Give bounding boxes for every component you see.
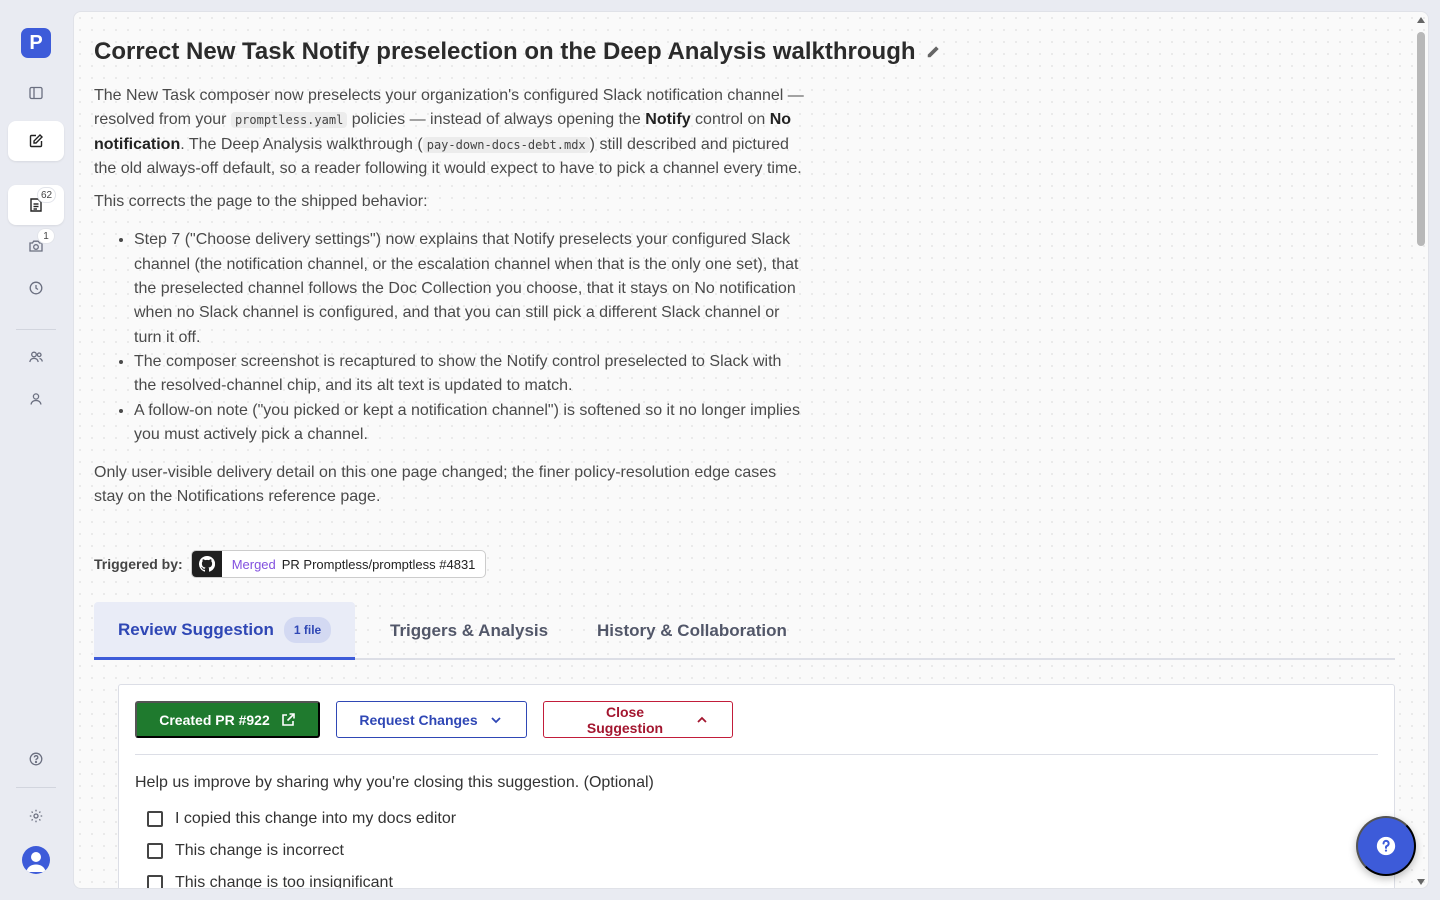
list-item: The composer screenshot is recaptured to… bbox=[134, 350, 804, 399]
sidebar-item-profile[interactable] bbox=[8, 379, 64, 419]
close-reason-option[interactable]: This change is incorrect bbox=[147, 842, 344, 860]
help-icon bbox=[1376, 836, 1396, 856]
sidebar-item-team[interactable] bbox=[8, 337, 64, 377]
review-actions: Created PR #922 Request Changes Close Su… bbox=[135, 701, 733, 738]
app-logo[interactable]: P bbox=[21, 28, 51, 58]
page-title: Correct New Task Notify preselection on … bbox=[94, 38, 916, 65]
pr-reference: PR Promptless/promptless #4831 bbox=[281, 556, 476, 572]
screenshots-count-badge: 1 bbox=[38, 229, 54, 243]
sidebar-divider bbox=[16, 329, 56, 330]
tab-label: Review Suggestion bbox=[118, 619, 274, 639]
checkbox-label: This change is too insignificant bbox=[175, 874, 393, 889]
description-paragraph: This corrects the page to the shipped be… bbox=[94, 193, 428, 211]
scroll-thumb[interactable] bbox=[1417, 32, 1425, 246]
user-icon bbox=[30, 393, 42, 405]
desc-text: policies — instead of always opening the bbox=[347, 111, 646, 129]
created-pr-button[interactable]: Created PR #922 bbox=[135, 701, 320, 738]
suggestions-count-badge: 62 bbox=[38, 188, 56, 202]
chevron-down-icon bbox=[490, 716, 501, 723]
description-paragraph: Only user-visible delivery detail on thi… bbox=[94, 464, 777, 506]
button-label: Close Suggestion bbox=[586, 703, 664, 736]
sidebar: P 62 1 bbox=[0, 0, 72, 900]
merged-status: Merged bbox=[231, 556, 276, 572]
clock-icon bbox=[29, 281, 43, 295]
trigger-pr-link[interactable]: Merged PR Promptless/promptless #4831 bbox=[190, 550, 487, 578]
help-circle-icon bbox=[29, 752, 43, 766]
scroll-down-arrow[interactable] bbox=[1417, 879, 1425, 885]
file-count-badge: 1 file bbox=[283, 616, 332, 643]
description-paragraph: The New Task composer now preselects you… bbox=[94, 84, 804, 181]
sidebar-panel-icon bbox=[29, 86, 43, 100]
tab-history-collaboration[interactable]: History & Collaboration bbox=[597, 602, 787, 660]
sidebar-item-settings[interactable] bbox=[8, 796, 64, 836]
scroll-up-arrow[interactable] bbox=[1417, 17, 1425, 23]
pencil-icon[interactable] bbox=[926, 45, 940, 59]
tab-review-suggestion[interactable]: Review Suggestion 1 file bbox=[94, 602, 356, 660]
user-avatar[interactable] bbox=[22, 846, 50, 874]
help-chat-button[interactable] bbox=[1356, 816, 1416, 876]
checkbox-label: This change is incorrect bbox=[175, 842, 344, 859]
users-icon bbox=[29, 351, 43, 363]
inline-code: pay-down-docs-debt.mdx bbox=[422, 136, 590, 153]
list-item: A follow-on note ("you picked or kept a … bbox=[134, 399, 804, 448]
review-card: Created PR #922 Request Changes Close Su… bbox=[118, 684, 1395, 889]
close-reason-prompt: Help us improve by sharing why you're cl… bbox=[135, 774, 654, 791]
checkbox[interactable] bbox=[147, 875, 163, 888]
gear-icon bbox=[29, 809, 43, 823]
vertical-scrollbar[interactable] bbox=[1414, 12, 1428, 888]
tab-label: History & Collaboration bbox=[597, 621, 787, 640]
user-avatar-icon bbox=[26, 852, 46, 872]
chevron-up-icon bbox=[697, 716, 707, 723]
close-suggestion-button[interactable]: Close Suggestion bbox=[543, 701, 733, 738]
main-panel: Correct New Task Notify preselection on … bbox=[73, 11, 1429, 889]
close-reason-option[interactable]: This change is too insignificant bbox=[147, 874, 393, 889]
sidebar-item-history[interactable] bbox=[8, 268, 64, 308]
external-link-icon bbox=[281, 712, 295, 726]
bold-text: Notify bbox=[645, 111, 691, 129]
tab-triggers-analysis[interactable]: Triggers & Analysis bbox=[390, 602, 548, 660]
checkbox[interactable] bbox=[147, 811, 163, 827]
title-row: Correct New Task Notify preselection on … bbox=[94, 38, 940, 66]
sidebar-item-screenshots[interactable]: 1 bbox=[8, 226, 64, 266]
triggered-by-label: Triggered by: bbox=[94, 556, 183, 572]
list-item: Step 7 ("Choose delivery settings") now … bbox=[134, 228, 804, 349]
change-list: Step 7 ("Choose delivery settings") now … bbox=[134, 228, 804, 447]
button-label: Created PR #922 bbox=[159, 711, 270, 728]
tab-bar: Review Suggestion 1 file Triggers & Anal… bbox=[94, 602, 1395, 660]
checkbox[interactable] bbox=[147, 843, 163, 859]
sidebar-toggle-button[interactable] bbox=[8, 73, 64, 113]
card-divider bbox=[135, 754, 1378, 755]
desc-text: control on bbox=[690, 111, 770, 129]
checkbox-label: I copied this change into my docs editor bbox=[175, 810, 457, 827]
inline-code: promptless.yaml bbox=[230, 112, 348, 129]
github-icon bbox=[191, 551, 222, 577]
desc-text: . The Deep Analysis walkthrough ( bbox=[180, 135, 423, 153]
tab-label: Triggers & Analysis bbox=[390, 621, 549, 640]
button-label: Request Changes bbox=[359, 711, 478, 728]
sidebar-item-help[interactable] bbox=[8, 739, 64, 779]
close-reason-option[interactable]: I copied this change into my docs editor bbox=[147, 810, 456, 828]
request-changes-button[interactable]: Request Changes bbox=[336, 701, 527, 738]
triggered-by-row: Triggered by: Merged PR Promptless/promp… bbox=[94, 550, 487, 578]
sidebar-divider bbox=[16, 787, 56, 788]
sidebar-item-compose[interactable] bbox=[8, 121, 64, 161]
sidebar-item-suggestions[interactable]: 62 bbox=[8, 185, 64, 225]
suggestion-description: The New Task composer now preselects you… bbox=[94, 84, 804, 519]
edit-icon bbox=[29, 134, 43, 148]
